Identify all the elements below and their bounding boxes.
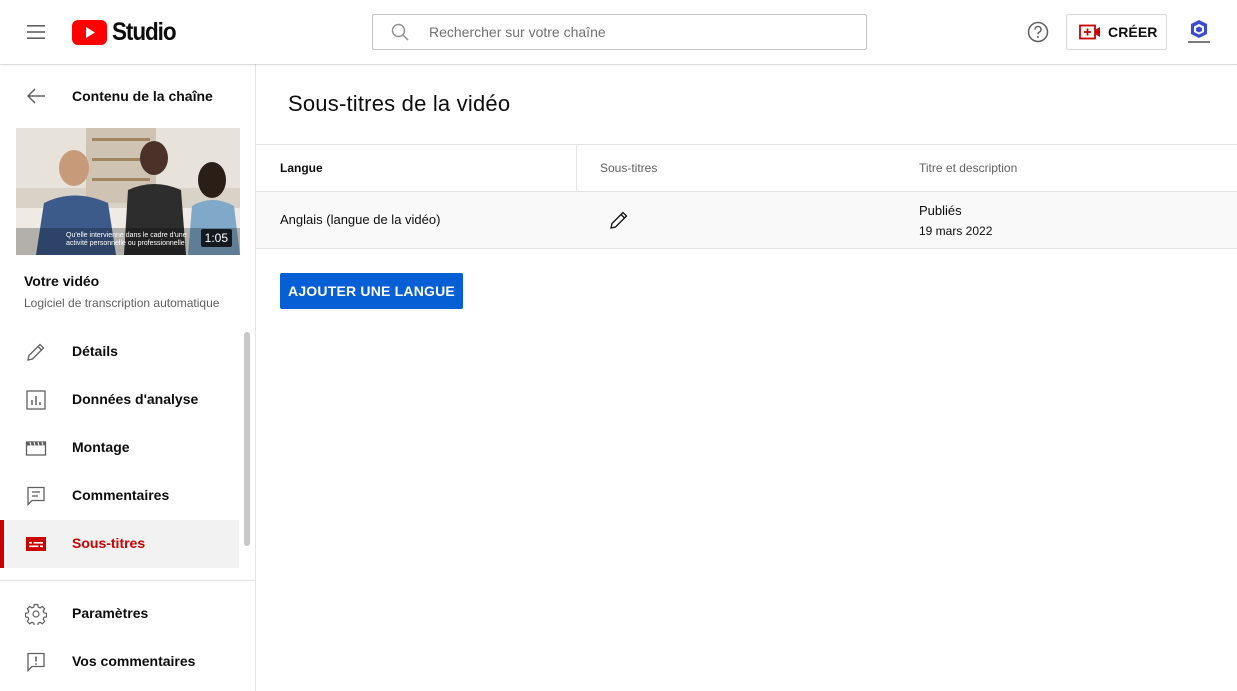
row-date: 19 mars 2022 xyxy=(919,224,993,238)
sidebar-divider xyxy=(0,580,255,581)
sidebar-item-label: Sous-titres xyxy=(72,535,146,551)
subtitles-icon xyxy=(26,537,46,551)
sidebar-item-details[interactable]: Détails xyxy=(0,328,239,376)
create-label: CRÉER xyxy=(1108,24,1158,40)
back-to-channel-content[interactable]: Contenu de la chaîne xyxy=(0,64,255,128)
back-label: Contenu de la chaîne xyxy=(72,88,213,104)
analytics-icon xyxy=(26,390,46,410)
youtube-logo-icon xyxy=(72,19,107,45)
clapperboard-icon xyxy=(25,441,47,456)
create-button[interactable]: CRÉER xyxy=(1066,14,1167,50)
arrow-back-icon xyxy=(26,88,45,104)
column-header-language[interactable]: Langue xyxy=(280,161,323,175)
sidebar-item-analytics[interactable]: Données d'analyse xyxy=(0,376,239,424)
sidebar-item-label: Commentaires xyxy=(72,487,170,503)
subtitles-table: Langue Sous-titres Titre et description … xyxy=(256,144,1237,249)
column-header-title-description: Titre et description xyxy=(919,161,1018,175)
sidebar-item-label: Vos commentaires xyxy=(72,653,196,669)
sidebar-item-label: Données d'analyse xyxy=(72,391,199,407)
main-content: Sous-titres de la vidéo Langue Sous-titr… xyxy=(256,64,1237,691)
video-description: Logiciel de transcription automatique xyxy=(24,296,220,310)
video-title-label: Votre vidéo xyxy=(24,273,100,289)
top-app-bar: Studio CRÉER xyxy=(0,0,1237,64)
sidebar-item-label: Détails xyxy=(72,343,118,359)
sidebar-item-label: Paramètres xyxy=(72,605,149,621)
sidebar-scrollbar[interactable] xyxy=(244,332,250,546)
add-language-button[interactable]: AJOUTER UNE LANGUE xyxy=(280,273,463,309)
hamburger-icon[interactable] xyxy=(24,22,48,42)
column-header-subtitles: Sous-titres xyxy=(600,161,658,175)
pencil-icon xyxy=(27,343,45,361)
sidebar-item-label: Montage xyxy=(72,439,130,455)
thumbnail-caption: Qu'elle intervienne dans le cadre d'une … xyxy=(66,232,187,247)
row-language: Anglais (langue de la vidéo) xyxy=(280,212,441,227)
search-box[interactable] xyxy=(372,14,867,50)
studio-logo[interactable]: Studio xyxy=(72,17,183,46)
help-icon[interactable] xyxy=(1027,21,1049,43)
channel-avatar-icon[interactable] xyxy=(1185,18,1213,46)
row-status: Publiés xyxy=(919,203,962,218)
search-icon xyxy=(391,23,409,41)
gear-icon xyxy=(25,603,47,625)
video-duration: 1:05 xyxy=(200,229,232,247)
sidebar-item-feedback[interactable]: Vos commentaires xyxy=(0,638,239,686)
create-video-icon xyxy=(1079,24,1100,40)
logo-text: Studio xyxy=(112,17,177,46)
sidebar-item-editor[interactable]: Montage xyxy=(0,424,239,472)
video-thumbnail[interactable]: Qu'elle intervienne dans le cadre d'une … xyxy=(16,128,240,255)
page-title: Sous-titres de la vidéo xyxy=(288,91,511,116)
table-header: Langue Sous-titres Titre et description xyxy=(256,144,1237,192)
comment-icon xyxy=(27,486,45,507)
feedback-icon xyxy=(27,652,45,673)
sidebar-item-comments[interactable]: Commentaires xyxy=(0,472,239,520)
sidebar-item-subtitles[interactable]: Sous-titres xyxy=(0,520,239,568)
edit-pencil-icon[interactable] xyxy=(608,209,630,231)
sidebar-item-settings[interactable]: Paramètres xyxy=(0,590,239,638)
sidebar: Contenu de la chaîne Qu'elle intervienne… xyxy=(0,64,256,691)
search-input[interactable] xyxy=(429,24,849,40)
column-divider xyxy=(576,145,577,192)
table-row[interactable]: Anglais (langue de la vidéo) Publiés 19 … xyxy=(256,192,1237,249)
